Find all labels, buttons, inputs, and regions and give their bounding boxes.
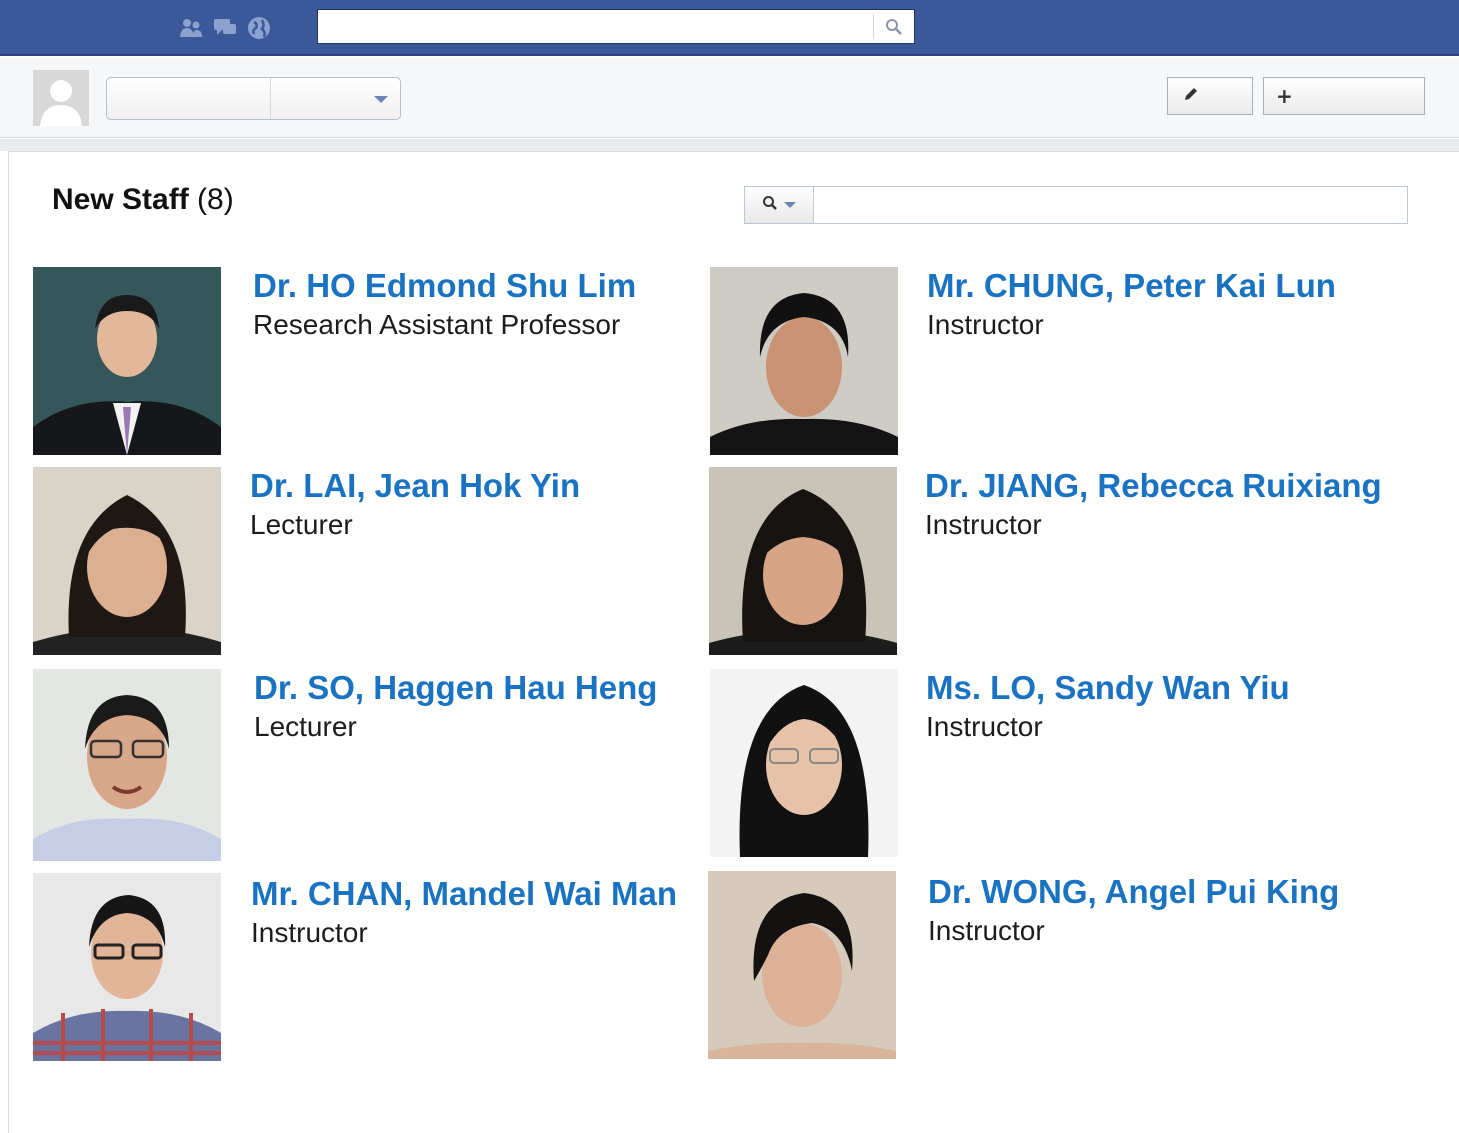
selector-divider bbox=[270, 78, 271, 119]
globe-icon[interactable] bbox=[246, 15, 272, 41]
staff-role: Instructor bbox=[928, 915, 1045, 946]
add-button-label: + bbox=[1276, 84, 1293, 108]
staff-name-link[interactable]: Mr. CHAN, Mandel Wai Man bbox=[251, 875, 677, 913]
notification-jewels bbox=[178, 15, 272, 41]
filter-search-button[interactable] bbox=[745, 187, 814, 223]
separator-band bbox=[0, 139, 1459, 151]
avatar[interactable] bbox=[33, 70, 89, 126]
staff-role: Research Assistant Professor bbox=[253, 309, 621, 340]
top-navigation-bar bbox=[0, 0, 1459, 56]
staff-photo[interactable] bbox=[33, 467, 221, 655]
staff-name-link[interactable]: Dr. SO, Haggen Hau Heng bbox=[254, 669, 657, 707]
staff-filter-input[interactable] bbox=[744, 186, 1408, 224]
staff-name-link[interactable]: Dr. JIANG, Rebecca Ruixiang bbox=[925, 467, 1382, 505]
staff-photo[interactable] bbox=[33, 267, 221, 455]
staff-name-link[interactable]: Mr. CHUNG, Peter Kai Lun bbox=[927, 267, 1336, 305]
staff-photo[interactable] bbox=[708, 871, 896, 1059]
section-title: New Staff bbox=[52, 183, 189, 216]
staff-role: Instructor bbox=[925, 509, 1042, 540]
staff-role: Instructor bbox=[251, 917, 368, 948]
edit-button[interactable] bbox=[1167, 77, 1253, 115]
staff-photo[interactable] bbox=[709, 467, 897, 655]
staff-name-link[interactable]: Dr. HO Edmond Shu Lim bbox=[253, 267, 636, 305]
chevron-down-icon[interactable] bbox=[374, 96, 388, 103]
messages-icon[interactable] bbox=[212, 15, 238, 41]
staff-name-link[interactable]: Ms. LO, Sandy Wan Yiu bbox=[926, 669, 1290, 707]
friends-icon[interactable] bbox=[178, 15, 204, 41]
staff-name-link[interactable]: Dr. WONG, Angel Pui King bbox=[928, 873, 1339, 911]
search-icon bbox=[762, 195, 778, 215]
search-icon[interactable] bbox=[874, 10, 914, 43]
section-count: (8) bbox=[197, 183, 234, 216]
staff-photo[interactable] bbox=[33, 873, 221, 1061]
staff-role: Instructor bbox=[927, 309, 1044, 340]
staff-role: Lecturer bbox=[250, 509, 353, 540]
staff-role: Instructor bbox=[926, 711, 1043, 742]
staff-photo[interactable] bbox=[710, 267, 898, 455]
staff-role: Lecturer bbox=[254, 711, 357, 742]
staff-name-link[interactable]: Dr. LAI, Jean Hok Yin bbox=[250, 467, 580, 505]
global-search-input[interactable] bbox=[317, 9, 915, 44]
pencil-icon bbox=[1182, 85, 1200, 107]
add-button[interactable]: + bbox=[1263, 77, 1425, 115]
staff-photo[interactable] bbox=[710, 669, 898, 857]
page-selector-dropdown[interactable] bbox=[106, 77, 401, 120]
page-toolbar: + bbox=[0, 58, 1459, 138]
staff-photo[interactable] bbox=[33, 669, 221, 861]
chevron-down-icon bbox=[784, 202, 796, 208]
page-title: New Staff (8) bbox=[52, 183, 234, 217]
